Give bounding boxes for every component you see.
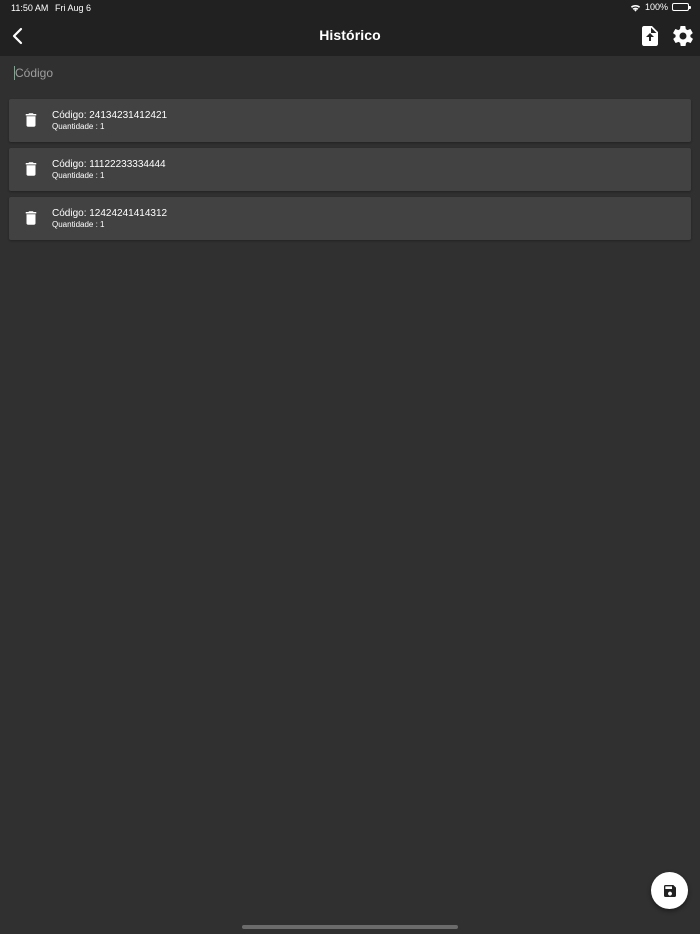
status-time: 11:50 AM [11, 3, 49, 13]
item-code: Código: 12424241414312 [52, 208, 168, 219]
status-date: Fri Aug 6 [55, 3, 92, 13]
save-icon [663, 884, 676, 897]
wifi-icon [630, 4, 641, 12]
item-code: Código: 24134231412421 [52, 110, 168, 121]
file-upload-icon[interactable] [638, 24, 662, 48]
item-code: Código: 11122233334444 [52, 159, 166, 170]
list-item: Código: 24134231412421 Quantidade : 1 [9, 99, 691, 142]
search-input[interactable] [15, 63, 685, 83]
trash-icon[interactable] [22, 209, 40, 227]
item-quantity: Quantidade : 1 [52, 122, 105, 131]
battery-percent: 100% [644, 2, 668, 12]
status-right: 100% [630, 2, 691, 12]
list-item: Código: 11122233334444 Quantidade : 1 [9, 148, 691, 191]
status-bar: 11:50 AM Fri Aug 6 100% [0, 0, 700, 16]
history-list: Código: 24134231412421 Quantidade : 1 Có… [9, 99, 691, 246]
trash-icon[interactable] [22, 111, 40, 129]
app-bar: Histórico [0, 16, 700, 56]
item-quantity: Quantidade : 1 [52, 171, 105, 180]
battery-icon [672, 3, 691, 11]
save-button[interactable] [651, 872, 688, 909]
search-bar [9, 58, 691, 90]
gear-icon[interactable] [671, 24, 695, 48]
trash-icon[interactable] [22, 160, 40, 178]
list-item: Código: 12424241414312 Quantidade : 1 [9, 197, 691, 240]
item-quantity: Quantidade : 1 [52, 220, 105, 229]
page-title: Histórico [319, 27, 381, 43]
home-indicator [242, 925, 458, 929]
